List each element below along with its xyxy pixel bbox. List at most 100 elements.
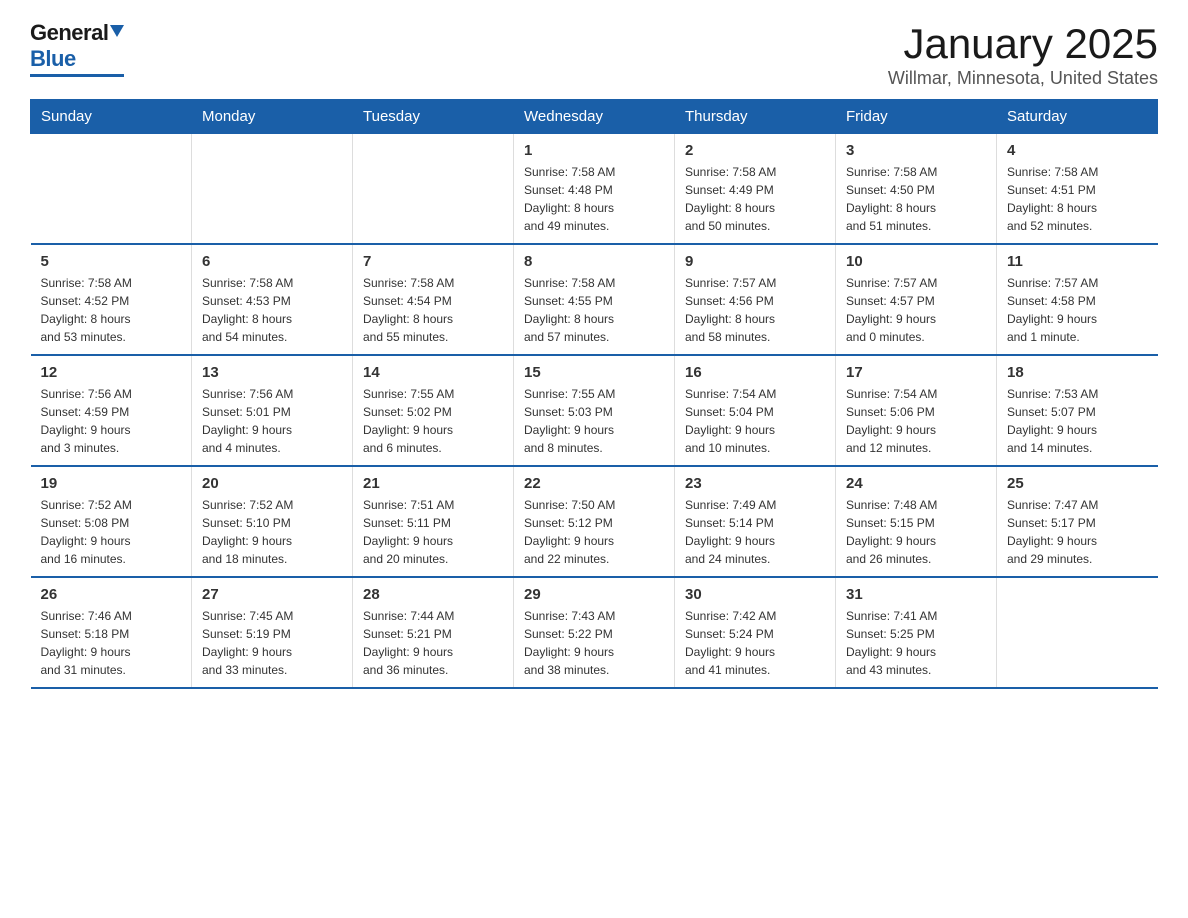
day-of-week-header: Sunday — [31, 100, 192, 134]
calendar-day-cell: 4 Sunrise: 7:58 AM Sunset: 4:51 PM Daylig… — [997, 134, 1158, 245]
day-info: Sunrise: 7:56 AM Sunset: 5:01 PM Dayligh… — [202, 385, 342, 457]
day-info: Sunrise: 7:44 AM Sunset: 5:21 PM Dayligh… — [363, 607, 503, 679]
calendar-day-cell: 3 Sunrise: 7:58 AM Sunset: 4:50 PM Daylig… — [836, 134, 997, 245]
calendar-week-row: 5Sunrise: 7:58 AM Sunset: 4:52 PM Daylig… — [31, 244, 1158, 355]
day-number: 29 — [524, 586, 664, 603]
day-info: Sunrise: 7:58 AM Sunset: 4:50 PM Dayligh… — [846, 163, 986, 235]
day-info: Sunrise: 7:58 AM Sunset: 4:51 PM Dayligh… — [1007, 163, 1148, 235]
day-number: 23 — [685, 475, 825, 492]
day-number: 4 — [1007, 142, 1148, 159]
calendar-day-cell: 9 Sunrise: 7:57 AM Sunset: 4:56 PM Daylig… — [675, 244, 836, 355]
day-of-week-header: Friday — [836, 100, 997, 134]
calendar-day-cell: 18 Sunrise: 7:53 AM Sunset: 5:07 PM Dayli… — [997, 355, 1158, 466]
calendar-day-cell — [192, 134, 353, 245]
day-info: Sunrise: 7:58 AM Sunset: 4:55 PM Dayligh… — [524, 274, 664, 346]
calendar-day-cell: 5Sunrise: 7:58 AM Sunset: 4:52 PM Daylig… — [31, 244, 192, 355]
calendar-day-cell: 6 Sunrise: 7:58 AM Sunset: 4:53 PM Daylig… — [192, 244, 353, 355]
calendar-day-cell: 16 Sunrise: 7:54 AM Sunset: 5:04 PM Dayli… — [675, 355, 836, 466]
calendar-day-cell: 10Sunrise: 7:57 AM Sunset: 4:57 PM Dayli… — [836, 244, 997, 355]
day-info: Sunrise: 7:58 AM Sunset: 4:48 PM Dayligh… — [524, 163, 664, 235]
page-header: General Blue January 2025 Willmar, Minne… — [30, 20, 1158, 89]
day-number: 22 — [524, 475, 664, 492]
calendar-day-cell: 27Sunrise: 7:45 AM Sunset: 5:19 PM Dayli… — [192, 577, 353, 688]
calendar-day-cell — [353, 134, 514, 245]
day-of-week-header: Monday — [192, 100, 353, 134]
day-number: 24 — [846, 475, 986, 492]
day-info: Sunrise: 7:43 AM Sunset: 5:22 PM Dayligh… — [524, 607, 664, 679]
logo-blue-text: Blue — [30, 46, 76, 72]
day-info: Sunrise: 7:57 AM Sunset: 4:56 PM Dayligh… — [685, 274, 825, 346]
day-info: Sunrise: 7:42 AM Sunset: 5:24 PM Dayligh… — [685, 607, 825, 679]
calendar-body: 1 Sunrise: 7:58 AM Sunset: 4:48 PM Daylig… — [31, 134, 1158, 689]
day-info: Sunrise: 7:58 AM Sunset: 4:54 PM Dayligh… — [363, 274, 503, 346]
day-info: Sunrise: 7:57 AM Sunset: 4:58 PM Dayligh… — [1007, 274, 1148, 346]
calendar-day-cell: 25 Sunrise: 7:47 AM Sunset: 5:17 PM Dayli… — [997, 466, 1158, 577]
day-info: Sunrise: 7:47 AM Sunset: 5:17 PM Dayligh… — [1007, 496, 1148, 568]
day-info: Sunrise: 7:54 AM Sunset: 5:06 PM Dayligh… — [846, 385, 986, 457]
day-info: Sunrise: 7:57 AM Sunset: 4:57 PM Dayligh… — [846, 274, 986, 346]
day-info: Sunrise: 7:55 AM Sunset: 5:02 PM Dayligh… — [363, 385, 503, 457]
calendar-week-row: 26 Sunrise: 7:46 AM Sunset: 5:18 PM Dayli… — [31, 577, 1158, 688]
day-number: 20 — [202, 475, 342, 492]
day-number: 28 — [363, 586, 503, 603]
day-info: Sunrise: 7:52 AM Sunset: 5:08 PM Dayligh… — [41, 496, 182, 568]
day-number: 31 — [846, 586, 986, 603]
calendar-day-cell: 1 Sunrise: 7:58 AM Sunset: 4:48 PM Daylig… — [514, 134, 675, 245]
calendar-table: SundayMondayTuesdayWednesdayThursdayFrid… — [30, 99, 1158, 689]
title-block: January 2025 Willmar, Minnesota, United … — [888, 20, 1158, 89]
calendar-day-cell: 2 Sunrise: 7:58 AM Sunset: 4:49 PM Daylig… — [675, 134, 836, 245]
day-of-week-header: Thursday — [675, 100, 836, 134]
calendar-day-cell: 24Sunrise: 7:48 AM Sunset: 5:15 PM Dayli… — [836, 466, 997, 577]
day-number: 18 — [1007, 364, 1148, 381]
calendar-week-row: 12Sunrise: 7:56 AM Sunset: 4:59 PM Dayli… — [31, 355, 1158, 466]
calendar-day-cell: 13 Sunrise: 7:56 AM Sunset: 5:01 PM Dayli… — [192, 355, 353, 466]
day-number: 12 — [41, 364, 182, 381]
calendar-week-row: 1 Sunrise: 7:58 AM Sunset: 4:48 PM Daylig… — [31, 134, 1158, 245]
day-info: Sunrise: 7:41 AM Sunset: 5:25 PM Dayligh… — [846, 607, 986, 679]
day-number: 9 — [685, 253, 825, 270]
day-info: Sunrise: 7:46 AM Sunset: 5:18 PM Dayligh… — [41, 607, 182, 679]
calendar-subtitle: Willmar, Minnesota, United States — [888, 68, 1158, 89]
day-info: Sunrise: 7:54 AM Sunset: 5:04 PM Dayligh… — [685, 385, 825, 457]
day-number: 1 — [524, 142, 664, 159]
day-number: 19 — [41, 475, 182, 492]
calendar-day-cell: 17 Sunrise: 7:54 AM Sunset: 5:06 PM Dayli… — [836, 355, 997, 466]
day-of-week-header: Saturday — [997, 100, 1158, 134]
day-number: 11 — [1007, 253, 1148, 270]
day-number: 8 — [524, 253, 664, 270]
day-info: Sunrise: 7:52 AM Sunset: 5:10 PM Dayligh… — [202, 496, 342, 568]
calendar-day-cell: 29 Sunrise: 7:43 AM Sunset: 5:22 PM Dayli… — [514, 577, 675, 688]
calendar-title: January 2025 — [888, 20, 1158, 68]
day-number: 2 — [685, 142, 825, 159]
day-number: 3 — [846, 142, 986, 159]
calendar-day-cell: 28 Sunrise: 7:44 AM Sunset: 5:21 PM Dayli… — [353, 577, 514, 688]
logo-general-text: General — [30, 20, 108, 46]
day-number: 26 — [41, 586, 182, 603]
day-number: 13 — [202, 364, 342, 381]
calendar-day-cell: 11 Sunrise: 7:57 AM Sunset: 4:58 PM Dayli… — [997, 244, 1158, 355]
calendar-day-cell: 22Sunrise: 7:50 AM Sunset: 5:12 PM Dayli… — [514, 466, 675, 577]
calendar-day-cell: 26 Sunrise: 7:46 AM Sunset: 5:18 PM Dayli… — [31, 577, 192, 688]
calendar-day-cell: 21Sunrise: 7:51 AM Sunset: 5:11 PM Dayli… — [353, 466, 514, 577]
calendar-week-row: 19 Sunrise: 7:52 AM Sunset: 5:08 PM Dayli… — [31, 466, 1158, 577]
day-number: 17 — [846, 364, 986, 381]
day-info: Sunrise: 7:51 AM Sunset: 5:11 PM Dayligh… — [363, 496, 503, 568]
calendar-day-cell: 14Sunrise: 7:55 AM Sunset: 5:02 PM Dayli… — [353, 355, 514, 466]
day-info: Sunrise: 7:58 AM Sunset: 4:53 PM Dayligh… — [202, 274, 342, 346]
calendar-day-cell: 7Sunrise: 7:58 AM Sunset: 4:54 PM Daylig… — [353, 244, 514, 355]
day-number: 16 — [685, 364, 825, 381]
calendar-day-cell: 12Sunrise: 7:56 AM Sunset: 4:59 PM Dayli… — [31, 355, 192, 466]
day-number: 6 — [202, 253, 342, 270]
day-info: Sunrise: 7:58 AM Sunset: 4:49 PM Dayligh… — [685, 163, 825, 235]
day-info: Sunrise: 7:53 AM Sunset: 5:07 PM Dayligh… — [1007, 385, 1148, 457]
day-of-week-header: Wednesday — [514, 100, 675, 134]
day-info: Sunrise: 7:58 AM Sunset: 4:52 PM Dayligh… — [41, 274, 182, 346]
calendar-day-cell: 19 Sunrise: 7:52 AM Sunset: 5:08 PM Dayli… — [31, 466, 192, 577]
days-of-week-row: SundayMondayTuesdayWednesdayThursdayFrid… — [31, 100, 1158, 134]
calendar-day-cell — [997, 577, 1158, 688]
calendar-header: SundayMondayTuesdayWednesdayThursdayFrid… — [31, 100, 1158, 134]
day-info: Sunrise: 7:49 AM Sunset: 5:14 PM Dayligh… — [685, 496, 825, 568]
calendar-day-cell: 30Sunrise: 7:42 AM Sunset: 5:24 PM Dayli… — [675, 577, 836, 688]
day-info: Sunrise: 7:55 AM Sunset: 5:03 PM Dayligh… — [524, 385, 664, 457]
day-number: 25 — [1007, 475, 1148, 492]
